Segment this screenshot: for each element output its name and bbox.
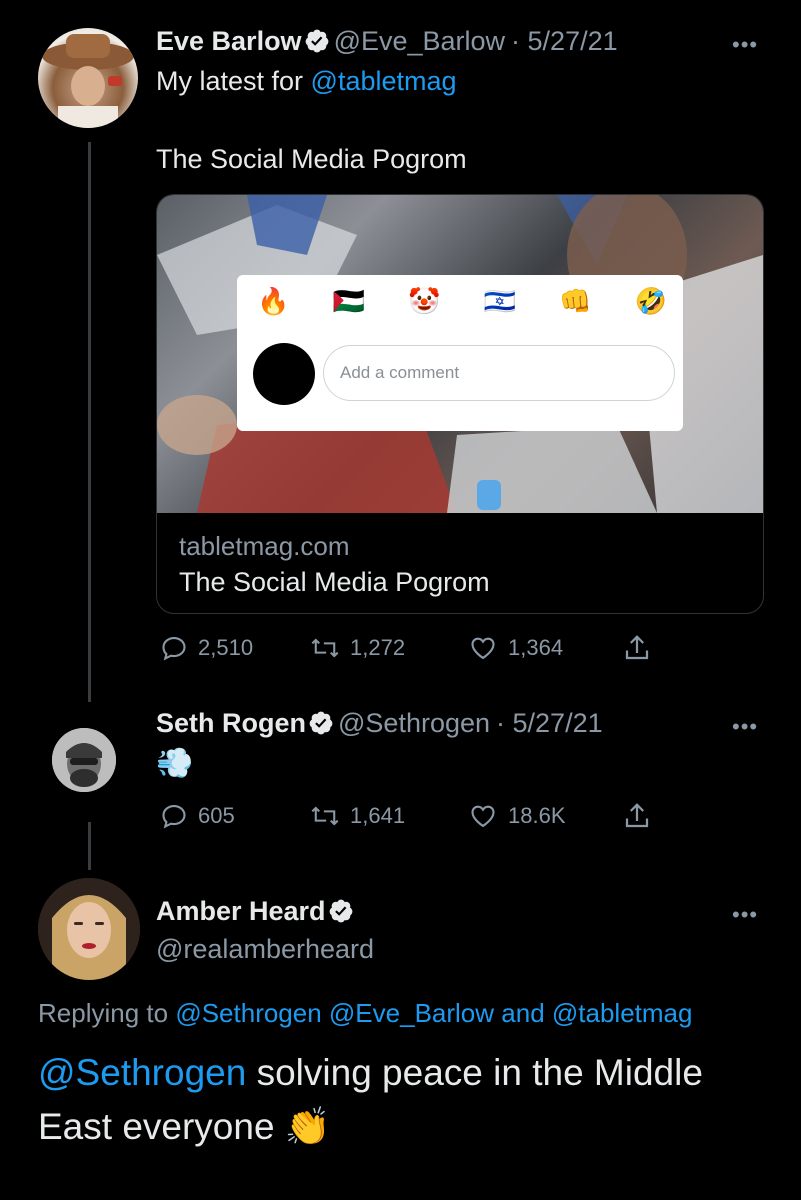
- tweet-date[interactable]: · 5/27/21: [496, 708, 603, 738]
- reply-count: 2,510: [198, 635, 254, 660]
- replying-prefix: Replying to: [38, 998, 176, 1028]
- avatar-eve-barlow[interactable]: [38, 28, 138, 128]
- more-options-icon[interactable]: •••: [732, 32, 758, 58]
- card-domain: tabletmag.com: [179, 531, 350, 561]
- card-title: The Social Media Pogrom: [179, 567, 490, 597]
- dash-emoji-icon: 💨: [156, 746, 194, 781]
- tweet3-name-row: Amber Heard: [156, 896, 358, 927]
- thread-line: [88, 142, 91, 702]
- replying-and[interactable]: and: [494, 998, 552, 1028]
- comment-input[interactable]: Add a comment: [323, 345, 675, 401]
- reply-count: 605: [198, 803, 235, 828]
- reply-button[interactable]: 605: [160, 802, 235, 830]
- author-name[interactable]: Amber Heard: [156, 896, 326, 926]
- retweet-button[interactable]: 1,641: [310, 802, 405, 830]
- clapping-hands-emoji-icon: 👏: [284, 1105, 331, 1148]
- comment-overlay-box: 🔥 🇵🇸 🤡 🇮🇱 👊 🤣 Add a comment: [237, 275, 683, 431]
- author-handle[interactable]: @realamberheard: [156, 934, 374, 965]
- comment-placeholder: Add a comment: [340, 363, 460, 382]
- avatar-amber-heard[interactable]: [38, 878, 140, 980]
- more-options-icon[interactable]: •••: [732, 902, 758, 928]
- author-name[interactable]: Seth Rogen: [156, 708, 306, 738]
- verified-badge-icon: [304, 28, 330, 54]
- tweet1-header: Eve Barlow @Eve_Barlow · 5/27/21: [156, 26, 618, 57]
- share-icon: [625, 803, 649, 828]
- fire-emoji-icon[interactable]: 🔥: [257, 287, 289, 317]
- share-button[interactable]: [622, 633, 662, 663]
- tweet2-actions: 605 1,641 18.6K: [160, 800, 660, 832]
- share-button[interactable]: [622, 801, 662, 831]
- retweet-icon: [311, 638, 339, 658]
- verified-badge-icon: [308, 710, 334, 736]
- more-options-icon[interactable]: •••: [732, 714, 758, 740]
- tweet-date[interactable]: · 5/27/21: [511, 26, 618, 56]
- author-handle[interactable]: @Eve_Barlow: [334, 26, 505, 56]
- retweet-count: 1,641: [350, 803, 406, 828]
- reply-button[interactable]: 2,510: [160, 634, 253, 662]
- rofl-emoji-icon[interactable]: 🤣: [635, 287, 667, 317]
- thread-line: [88, 822, 91, 870]
- share-icon: [625, 635, 649, 660]
- retweet-button[interactable]: 1,272: [310, 634, 405, 662]
- reaction-bar: 🔥 🇵🇸 🤡 🇮🇱 👊 🤣: [257, 287, 667, 317]
- author-name[interactable]: Eve Barlow: [156, 26, 302, 56]
- tweet3-text: @Sethrogen solving peace in the Middle E…: [38, 1046, 758, 1154]
- tweet1-actions: 2,510 1,272 1,364: [160, 632, 660, 664]
- replying-to-line: Replying to @Sethrogen @Eve_Barlow and @…: [38, 998, 692, 1029]
- link-card[interactable]: 🔥 🇵🇸 🤡 🇮🇱 👊 🤣 Add a comment tabletmag.co…: [156, 194, 764, 614]
- tweet2-header: Seth Rogen @Sethrogen · 5/27/21: [156, 708, 603, 739]
- mention-link[interactable]: @Sethrogen: [38, 1052, 246, 1093]
- replying-mentions[interactable]: @Sethrogen @Eve_Barlow: [175, 998, 494, 1028]
- palestine-flag-icon[interactable]: 🇵🇸: [333, 287, 365, 317]
- commenter-avatar: [253, 343, 315, 405]
- like-button[interactable]: 1,364: [468, 634, 563, 662]
- clown-emoji-icon[interactable]: 🤡: [408, 287, 440, 317]
- like-count: 18.6K: [508, 803, 566, 828]
- card-image: 🔥 🇵🇸 🤡 🇮🇱 👊 🤣 Add a comment: [157, 195, 763, 513]
- tweet1-headline: The Social Media Pogrom: [156, 144, 467, 174]
- avatar-seth-rogen[interactable]: [52, 728, 116, 792]
- israel-flag-icon[interactable]: 🇮🇱: [484, 287, 516, 317]
- heart-icon: [471, 637, 495, 660]
- author-handle[interactable]: @Sethrogen: [338, 708, 490, 738]
- like-button[interactable]: 18.6K: [468, 802, 566, 830]
- mention-link[interactable]: @tabletmag: [311, 66, 457, 96]
- heart-icon: [471, 805, 495, 828]
- tweet1-text: My latest for @tabletmag: [156, 66, 457, 97]
- reply-icon: [162, 805, 186, 829]
- like-count: 1,364: [508, 635, 564, 660]
- retweet-icon: [311, 806, 339, 826]
- verified-badge-icon: [328, 898, 354, 924]
- retweet-count: 1,272: [350, 635, 406, 660]
- fist-emoji-icon[interactable]: 👊: [559, 287, 591, 317]
- reply-icon: [162, 637, 186, 661]
- tweet-text: My latest for: [156, 66, 311, 96]
- replying-last-mention[interactable]: @tabletmag: [552, 998, 693, 1028]
